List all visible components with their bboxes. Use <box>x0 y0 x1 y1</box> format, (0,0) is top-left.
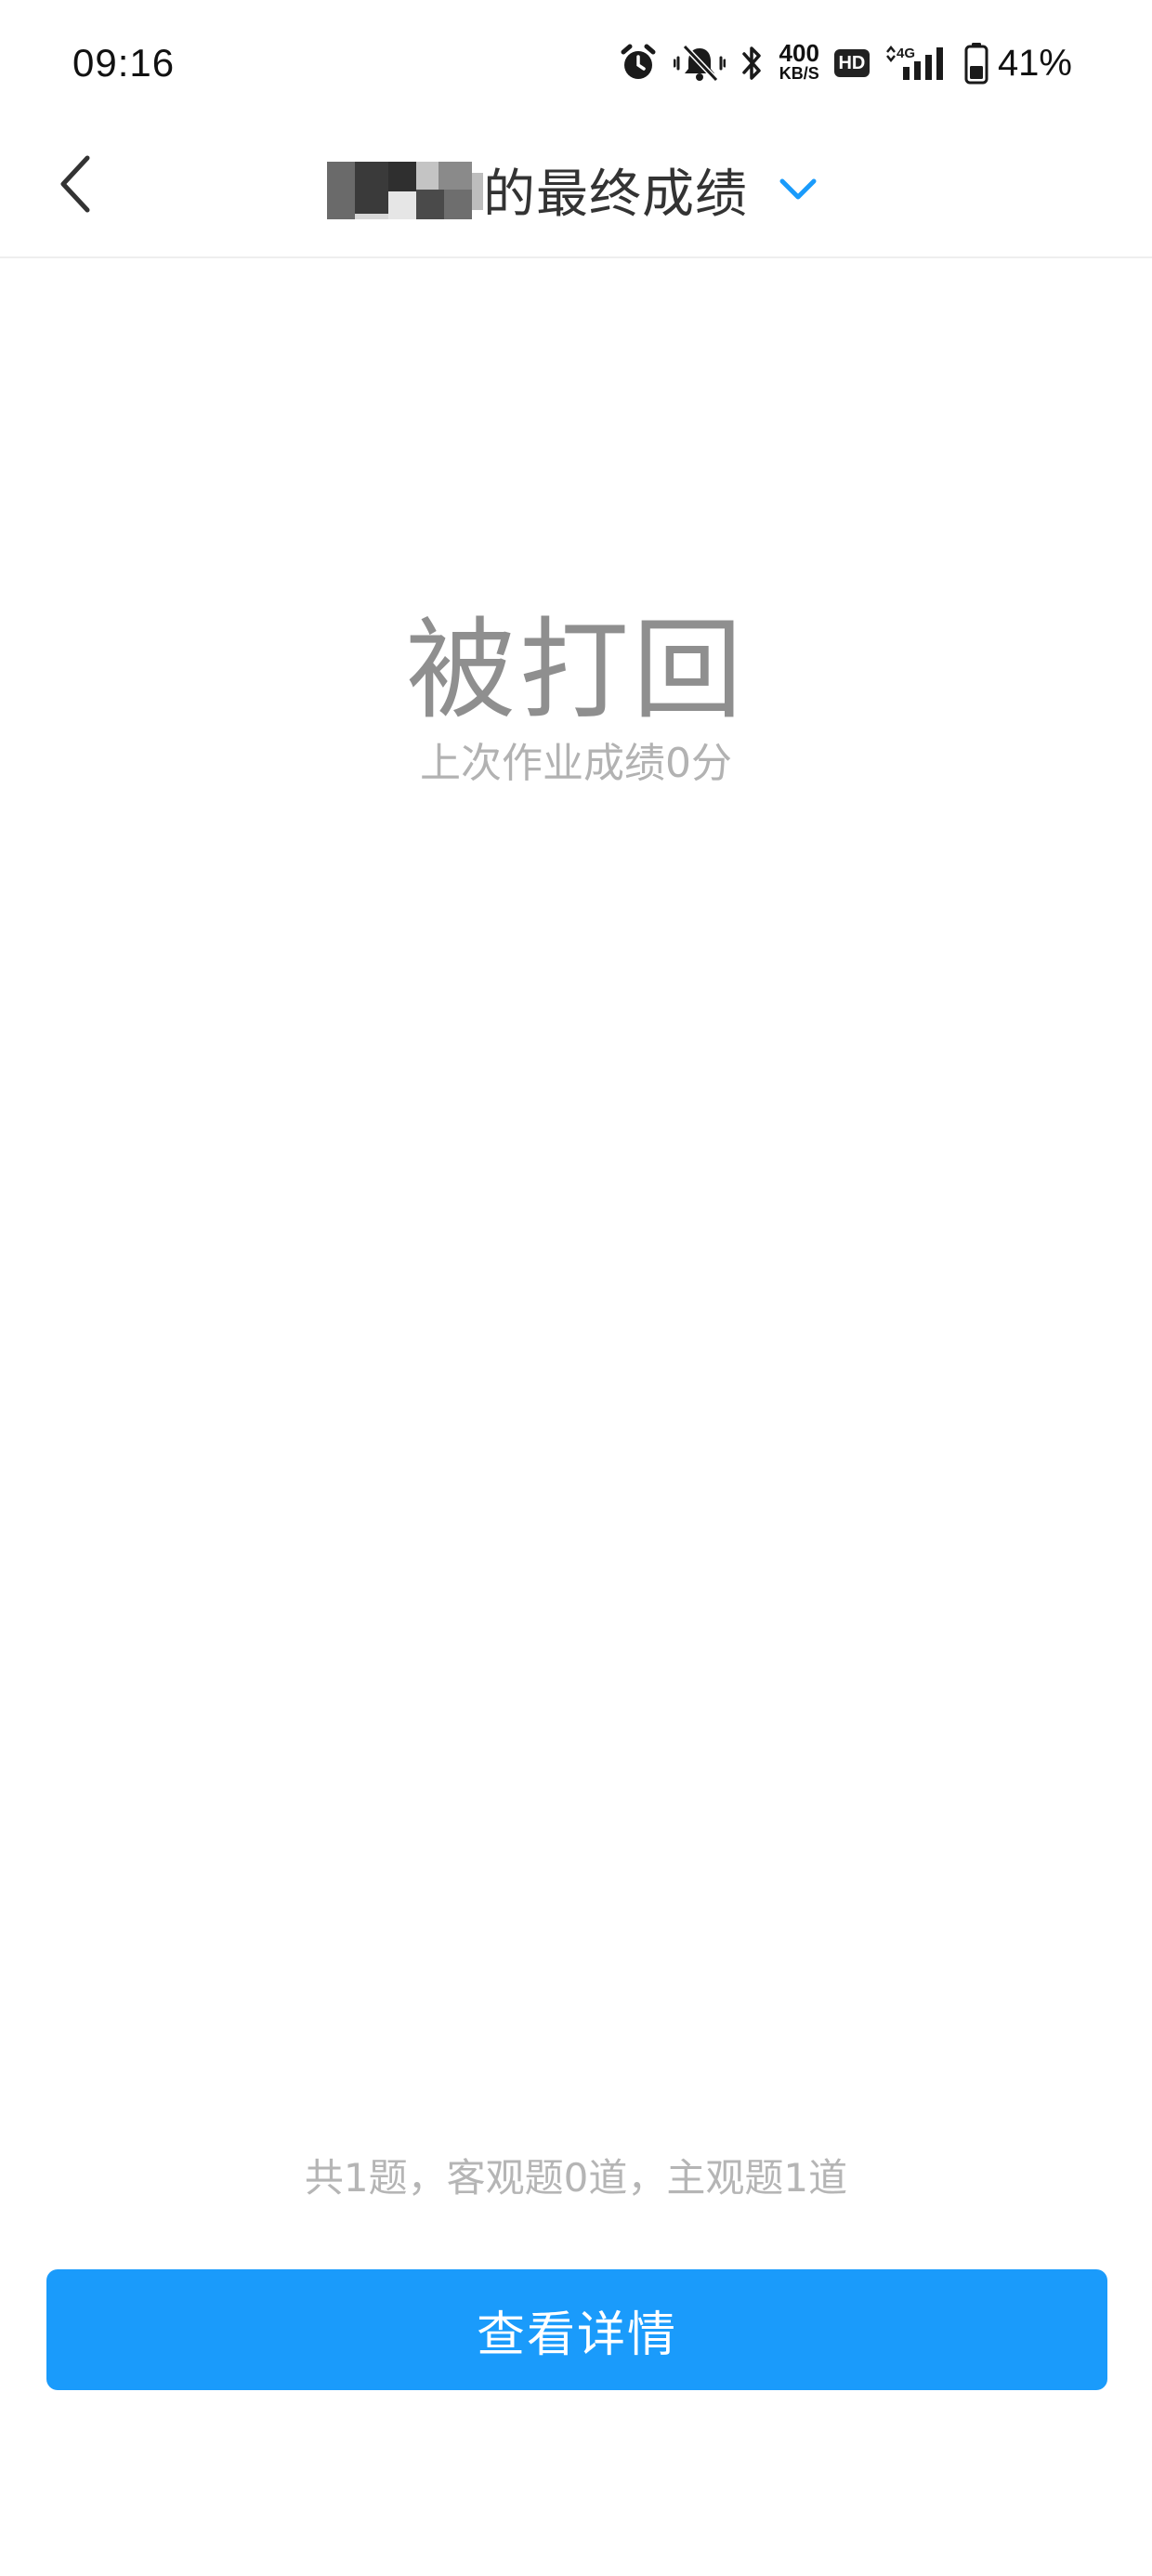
mute-vibrate-icon <box>673 37 726 89</box>
hd-badge: HD <box>833 49 870 77</box>
signal-4g-icon: 4G <box>884 37 949 89</box>
status-icons: 400 KB/S HD 4G 41% <box>618 37 1072 89</box>
last-score-text: 上次作业成绩0分 <box>420 740 732 787</box>
question-summary: 共1题，客观题0道，主观题1道 <box>304 2155 848 2201</box>
page-title: 的最终成绩 <box>483 164 748 225</box>
status-time: 09:16 <box>72 41 176 85</box>
network-speed-value: 400 <box>779 39 819 67</box>
network-type-label: 4G <box>897 46 915 61</box>
alarm-icon <box>618 37 659 89</box>
result-status: 被打回 <box>405 606 746 734</box>
back-button[interactable] <box>37 147 111 221</box>
chevron-left-icon <box>60 155 90 213</box>
battery-percent: 41% <box>997 42 1072 84</box>
view-details-button[interactable]: 查看详情 <box>46 2269 1107 2390</box>
chevron-down-icon <box>776 167 820 212</box>
battery-icon <box>964 37 988 89</box>
redacted-name <box>327 160 483 219</box>
title-dropdown[interactable]: 的最终成绩 <box>327 152 820 227</box>
network-speed-unit: KB/S <box>779 64 819 83</box>
page-header: 的最终成绩 <box>0 139 1152 258</box>
status-bar: 09:16 400 KB/S HD 4G 41% <box>0 0 1152 139</box>
hd-badge-icon: HD <box>833 37 870 89</box>
network-speed: 400 KB/S <box>779 37 819 89</box>
bluetooth-icon <box>740 37 765 89</box>
